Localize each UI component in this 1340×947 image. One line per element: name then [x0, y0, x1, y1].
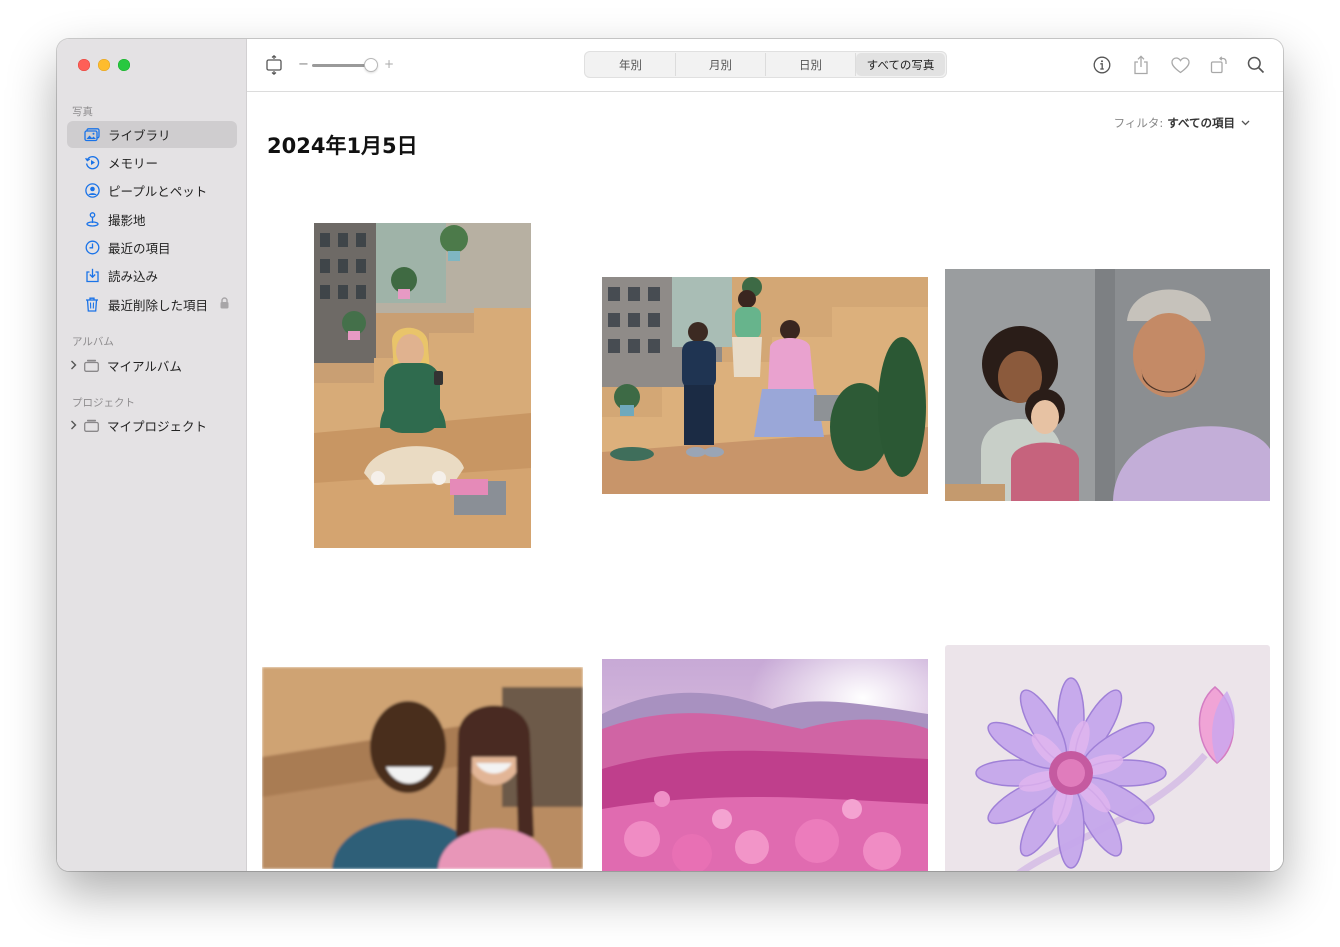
sidebar-item-label: ピープルとペット: [108, 184, 208, 199]
sidebar-item-label: ライブラリ: [108, 128, 171, 143]
zoom-slider-knob[interactable]: [364, 58, 378, 72]
filter-label: フィルタ:: [1113, 116, 1164, 130]
chevron-right-icon[interactable]: [70, 360, 80, 370]
library-icon: [84, 127, 100, 143]
recents-icon: [84, 240, 100, 256]
zoom-out-label: −: [298, 57, 309, 72]
fullscreen-button[interactable]: [118, 59, 130, 71]
sidebar-item-recents[interactable]: 最近の項目: [67, 234, 237, 261]
sidebar-item-my-projects[interactable]: マイプロジェクト: [70, 414, 207, 436]
window-controls: [78, 59, 130, 71]
lock-icon: [220, 297, 229, 312]
photo-thumbnail[interactable]: [262, 667, 583, 869]
sidebar-item-places[interactable]: 撮影地: [67, 206, 237, 233]
photo-thumbnail[interactable]: [314, 223, 531, 548]
tab-years[interactable]: 年別: [586, 53, 676, 76]
sidebar-item-imports[interactable]: 読み込み: [67, 262, 237, 289]
sidebar-item-my-albums[interactable]: マイアルバム: [70, 354, 182, 376]
filter-dropdown[interactable]: フィルタ: すべての項目: [1114, 115, 1250, 131]
sidebar-item-memories[interactable]: メモリー: [67, 149, 237, 176]
album-folder-icon: [84, 358, 100, 372]
photo-thumbnail[interactable]: [945, 269, 1270, 501]
section-title-photos: 写真: [72, 106, 93, 118]
view-segmented-control: 年別 月別 日別 すべての写真: [584, 51, 947, 78]
photo-pink-flower-field: [602, 659, 928, 871]
close-button[interactable]: [78, 59, 90, 71]
chevron-right-icon[interactable]: [70, 420, 80, 430]
sidebar-item-label: マイアルバム: [107, 358, 182, 374]
memories-icon: [84, 155, 100, 171]
tab-days[interactable]: 日別: [766, 53, 856, 76]
zoom-in-label: +: [384, 57, 395, 71]
project-folder-icon: [84, 418, 100, 432]
sidebar-item-label: メモリー: [108, 156, 159, 171]
photo-library-view: フィルタ: すべての項目 2024年1月5日: [247, 92, 1283, 871]
date-heading: 2024年1月5日: [267, 134, 418, 158]
sidebar-item-people[interactable]: ピープルとペット: [67, 177, 237, 204]
photo-crystal-flower: [945, 645, 1270, 871]
photo-couple-selfie: [262, 667, 583, 869]
filter-value: すべての項目: [1167, 116, 1235, 130]
tab-months[interactable]: 月別: [676, 53, 766, 76]
photo-friends-selfie: [945, 269, 1270, 501]
tab-all-photos[interactable]: すべての写真: [856, 53, 945, 76]
sidebar-item-recently-deleted[interactable]: 最近削除した項目: [67, 291, 237, 318]
sidebar-item-label: マイプロジェクト: [107, 418, 208, 434]
sidebar-item-label: 読み込み: [108, 269, 159, 284]
info-icon[interactable]: [1092, 55, 1112, 75]
aspect-toggle-icon[interactable]: [264, 55, 284, 75]
imports-icon: [84, 268, 100, 284]
photo-thumbnail[interactable]: [602, 277, 928, 494]
sidebar-item-label: 最近の項目: [108, 241, 171, 256]
sidebar-item-library[interactable]: ライブラリ: [67, 121, 237, 148]
sidebar-item-label: 撮影地: [108, 213, 146, 228]
rotate-icon[interactable]: [1209, 55, 1229, 75]
people-icon: [84, 183, 100, 199]
photo-group-on-bleachers: [602, 277, 928, 494]
toolbar: − + 年別 月別 日別 すべての写真: [247, 39, 1283, 92]
photos-window: 写真 ライブラリ メモリー ピープルとペット 撮影地 最近の項目 読み込み 最近…: [57, 39, 1283, 871]
chevron-down-icon: [1241, 120, 1250, 126]
places-icon: [84, 212, 100, 228]
photo-thumbnail[interactable]: [945, 645, 1270, 871]
minimize-button[interactable]: [98, 59, 110, 71]
heart-icon[interactable]: [1170, 55, 1190, 75]
sidebar: 写真 ライブラリ メモリー ピープルとペット 撮影地 最近の項目 読み込み 最近…: [57, 39, 247, 871]
section-title-albums: アルバム: [72, 336, 114, 348]
photo-thumbnail[interactable]: [602, 659, 928, 871]
photo-woman-on-steps: [314, 223, 531, 548]
share-icon[interactable]: [1131, 55, 1151, 75]
sidebar-item-label: 最近削除した項目: [108, 298, 209, 313]
section-title-projects: プロジェクト: [72, 397, 135, 409]
trash-icon: [84, 297, 100, 313]
search-icon[interactable]: [1246, 55, 1266, 75]
